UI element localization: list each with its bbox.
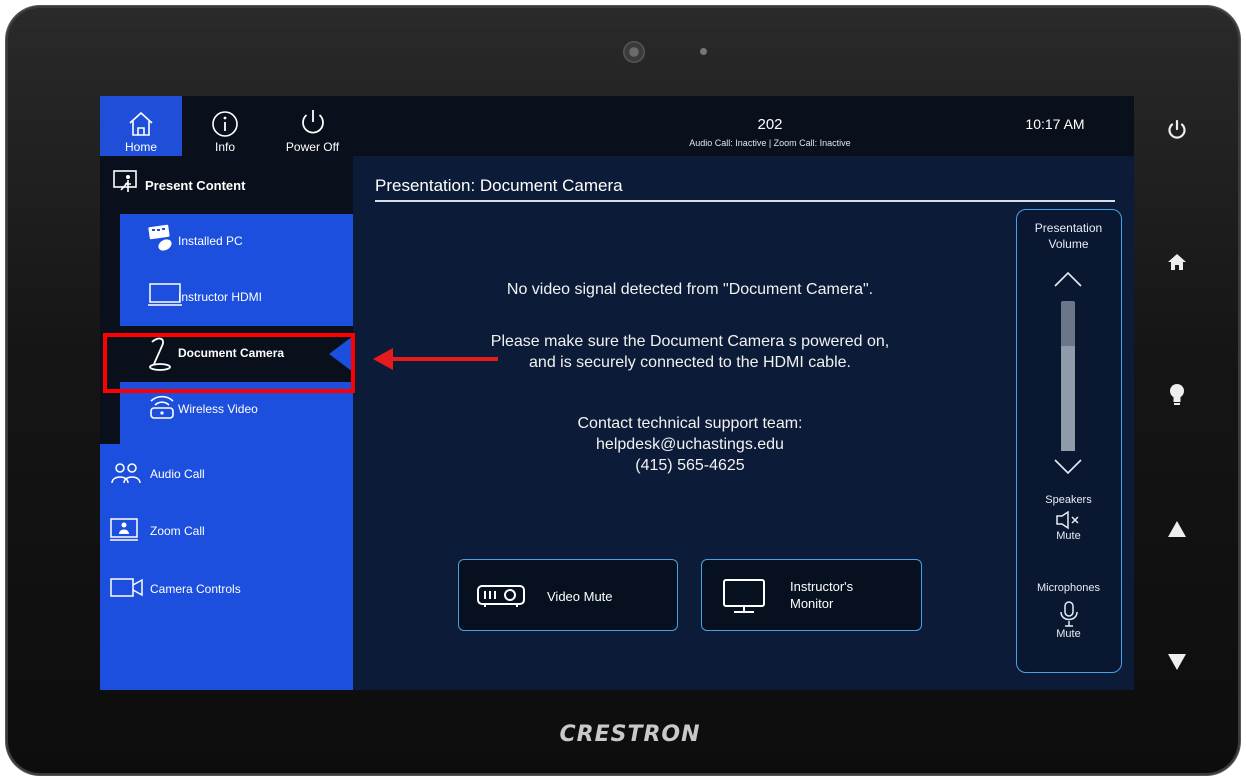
volume-title-line-2: Volume	[1048, 237, 1089, 251]
annotation-highlight-box	[103, 333, 355, 393]
sidebar-item-label: Wireless Video	[178, 402, 258, 416]
top-bar: Home Info Power Off 202 Audio Call: Inac…	[100, 96, 1134, 156]
home-button[interactable]: Home	[100, 96, 182, 156]
brand-logo: CRESTRON	[559, 722, 701, 747]
instructors-monitor-button[interactable]: Instructor's Monitor	[701, 559, 922, 631]
sidebar-item-label: Audio Call	[150, 467, 205, 481]
sidebar-item-camera-controls[interactable]: Camera Controls	[100, 568, 353, 608]
present-content-submenu: Installed PC Instructor HDMI Document Ca…	[100, 214, 353, 444]
wireless-icon	[150, 395, 174, 419]
sidebar: Present Content Installed PC Instructor …	[100, 156, 353, 690]
volume-title-line-1: Presentation	[1034, 221, 1103, 235]
support-email: helpdesk@uchastings.edu	[596, 436, 784, 453]
sidebar-header-label: Present Content	[145, 178, 246, 193]
volume-down-button[interactable]	[1053, 458, 1083, 476]
hardware-up-button[interactable]	[1160, 512, 1194, 546]
lightbulb-icon	[1170, 384, 1184, 405]
microphones-mute-button[interactable]: Mute	[1017, 600, 1120, 656]
speakers-label: Speakers	[1045, 494, 1092, 506]
video-camera-icon	[110, 578, 143, 597]
microphones-mute-label: Mute	[1056, 628, 1081, 640]
laptop-icon	[148, 283, 182, 306]
triangle-down-icon	[1168, 654, 1186, 670]
presenter-icon	[110, 518, 138, 541]
power-off-button[interactable]: Power Off	[275, 96, 350, 156]
speaker-muted-icon	[1056, 510, 1079, 530]
info-button-label: Info	[214, 140, 235, 154]
light-sensor-icon	[700, 48, 707, 55]
people-icon	[111, 463, 141, 484]
sidebar-item-instructor-hdmi[interactable]: Instructor HDMI	[120, 270, 353, 326]
support-heading: Contact technical support team:	[577, 415, 803, 432]
clock: 10:17 AM	[1025, 116, 1085, 132]
instructions-line-1: Please make sure the Document Camera s p…	[490, 333, 890, 350]
triangle-up-icon	[1168, 521, 1186, 537]
no-signal-message: No video signal detected from "Document …	[506, 281, 874, 298]
front-camera-icon	[623, 41, 645, 63]
speakers-mute-label: Mute	[1056, 530, 1081, 542]
sidebar-item-label: Zoom Call	[150, 524, 205, 538]
sidebar-item-label: Installed PC	[178, 234, 243, 248]
sidebar-item-installed-pc[interactable]: Installed PC	[120, 214, 353, 270]
power-icon	[1168, 119, 1186, 139]
monitor-icon	[723, 579, 765, 613]
hardware-lights-button[interactable]	[1160, 378, 1194, 412]
touch-screen: Home Info Power Off 202 Audio Call: Inac…	[100, 96, 1134, 690]
hardware-power-button[interactable]	[1160, 113, 1194, 147]
instructions-line-2: and is securely connected to the HDMI ca…	[529, 354, 851, 371]
room-number: 202	[757, 116, 783, 133]
call-status: Audio Call: Inactive | Zoom Call: Inacti…	[689, 138, 851, 148]
sidebar-item-audio-call[interactable]: Audio Call	[100, 453, 353, 493]
page-title: Presentation: Document Camera	[375, 176, 623, 195]
monitor-label-line-1: Instructor's	[790, 579, 854, 594]
support-phone: (415) 565-4625	[635, 457, 745, 474]
power-off-label: Power Off	[285, 140, 340, 154]
sidebar-item-label: Instructor HDMI	[178, 290, 263, 304]
keyboard-mouse-icon	[148, 224, 172, 251]
home-button-label: Home	[124, 140, 157, 154]
monitor-label-line-2: Monitor	[790, 596, 834, 611]
speakers-mute-button[interactable]: Mute	[1017, 510, 1120, 548]
volume-slider[interactable]	[1061, 301, 1075, 451]
video-mute-label: Video Mute	[547, 589, 613, 604]
title-divider	[375, 200, 1115, 202]
microphone-icon	[1060, 601, 1078, 627]
presentation-volume-panel: Presentation Volume Speakers Mute Microp…	[1016, 209, 1122, 673]
annotation-arrow-head-icon	[373, 348, 393, 370]
instructors-monitor-label: Instructor's Monitor	[790, 578, 853, 612]
sidebar-item-label: Camera Controls	[150, 582, 241, 596]
power-icon	[301, 110, 324, 134]
sidebar-item-zoom-call[interactable]: Zoom Call	[100, 510, 353, 550]
hardware-down-button[interactable]	[1160, 645, 1194, 679]
projector-icon	[477, 585, 525, 607]
volume-title: Presentation Volume	[1017, 220, 1120, 252]
sidebar-item-present-content[interactable]: Present Content	[100, 156, 353, 214]
hardware-home-button[interactable]	[1160, 245, 1194, 279]
home-icon	[129, 111, 153, 136]
volume-up-button[interactable]	[1053, 270, 1083, 288]
annotation-arrow	[390, 357, 498, 361]
microphones-label: Microphones	[1037, 582, 1100, 594]
volume-level-fill	[1061, 346, 1075, 451]
home-icon	[1168, 254, 1186, 270]
video-mute-button[interactable]: Video Mute	[458, 559, 678, 631]
presenter-screen-icon	[113, 170, 137, 192]
info-icon	[212, 111, 238, 137]
info-button[interactable]: Info	[195, 96, 255, 156]
